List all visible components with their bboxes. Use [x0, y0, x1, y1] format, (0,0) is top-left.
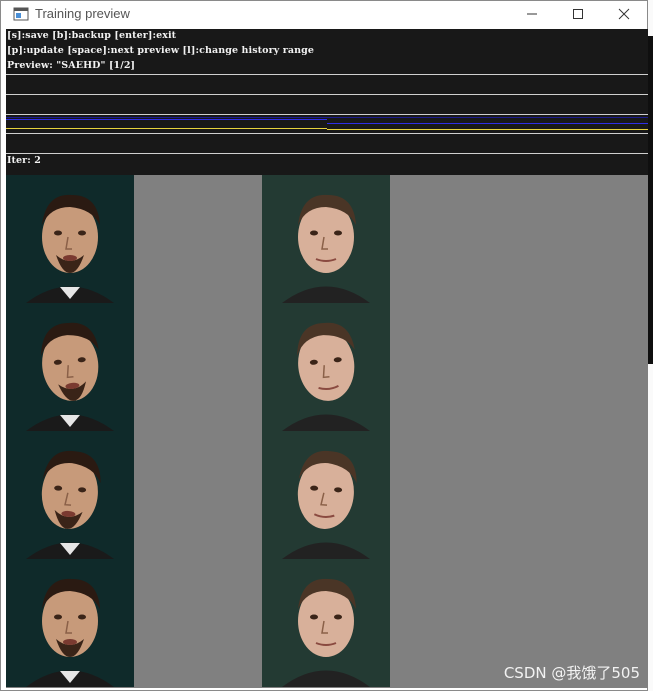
app-window-icon [13, 6, 29, 22]
maximize-button[interactable] [555, 1, 601, 28]
close-icon [618, 5, 630, 24]
loss-line-blue [6, 119, 327, 120]
face-source-4 [6, 559, 134, 687]
loss-line-dark-blue [6, 117, 648, 118]
face-destination-1 [262, 175, 390, 303]
maximize-icon [572, 5, 584, 24]
preview-label: Preview: "SAEHD" [1/2] [7, 60, 136, 71]
help-line-keys: [s]:save [b]:backup [enter]:exit [7, 30, 177, 41]
separator [6, 153, 648, 154]
loss-line-yellow [6, 128, 327, 129]
loss-line-yellow-segment [327, 129, 648, 130]
info-panel: [s]:save [b]:backup [enter]:exit [p]:upd… [6, 29, 648, 175]
loss-line-blue-segment [327, 123, 648, 124]
separator [6, 94, 648, 95]
close-button[interactable] [601, 1, 647, 28]
training-preview-window: Training preview [s]:save [b]:backup [en… [0, 0, 648, 691]
separator [6, 114, 648, 115]
face-source-2 [6, 303, 134, 431]
face-destination-3 [262, 431, 390, 559]
title-bar[interactable]: Training preview [1, 1, 647, 28]
face-source-3 [6, 431, 134, 559]
face-destination-2 [262, 303, 390, 431]
face-destination-4 [262, 559, 390, 687]
separator [6, 74, 648, 75]
help-line-commands: [p]:update [space]:next preview [l]:chan… [7, 45, 314, 56]
watermark: CSDN @我饿了505 [503, 664, 640, 682]
iteration-counter: Iter: 2 [7, 155, 42, 166]
preview-grid: CSDN @我饿了505 [6, 175, 648, 688]
separator [6, 133, 648, 134]
minimize-button[interactable] [509, 1, 555, 28]
minimize-icon [526, 5, 538, 24]
window-title: Training preview [35, 6, 130, 21]
face-source-1 [6, 175, 134, 303]
